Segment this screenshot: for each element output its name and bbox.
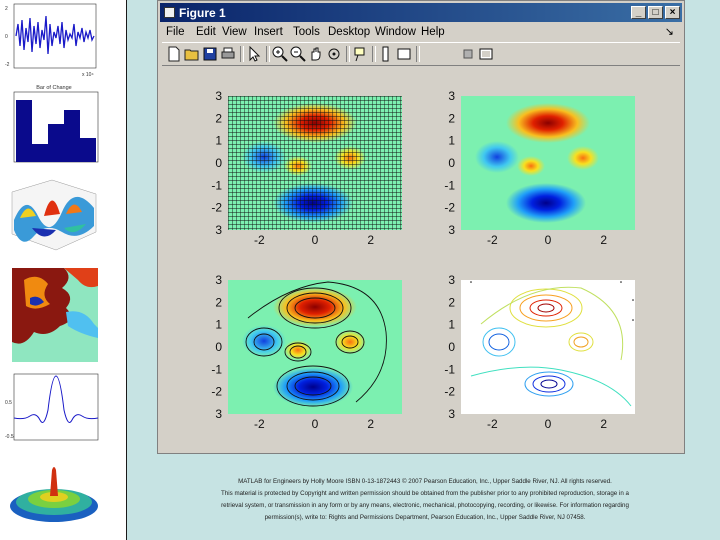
y-tick-label: 3 [448, 223, 455, 237]
y-tick-label: 1 [215, 318, 222, 332]
x-tick-label: 2 [600, 417, 607, 431]
y-tick-label: 0 [448, 156, 455, 170]
y-tick-label: 3 [448, 89, 455, 103]
y-tick-label: 2 [448, 295, 455, 309]
y-tick-label: 2 [448, 111, 455, 125]
y-tick-label: 3 [215, 223, 222, 237]
y-tick-label: 3 [215, 273, 222, 287]
mesh-plot[interactable] [228, 96, 402, 230]
x-tick-label: 0 [312, 233, 319, 247]
x-tick-label: -2 [487, 417, 498, 431]
y-tick-label: 0 [448, 340, 455, 354]
caption-line-4: permission(s), write to: Rights and Perm… [264, 514, 586, 521]
y-tick-label: 1 [448, 134, 455, 148]
x-tick-label: -2 [254, 233, 265, 247]
filled-contour-plot[interactable] [228, 280, 402, 414]
x-tick-label: 0 [312, 417, 319, 431]
y-tick-label: -1 [444, 178, 455, 192]
y-tick-label: -2 [211, 201, 222, 215]
y-tick-label: 3 [215, 407, 222, 421]
y-tick-label: 3 [448, 407, 455, 421]
y-tick-label: 3 [215, 89, 222, 103]
y-tick-label: 0 [215, 156, 222, 170]
y-tick-label: 0 [215, 340, 222, 354]
x-tick-label: 2 [367, 233, 374, 247]
y-tick-label: -1 [211, 362, 222, 376]
y-tick-label: -1 [211, 178, 222, 192]
x-tick-label: -2 [487, 233, 498, 247]
copyright-caption: MATLAB for Engineers by Holly Moore ISBN… [170, 476, 680, 524]
pcolor-plot[interactable] [461, 96, 635, 230]
y-tick-label: -2 [444, 201, 455, 215]
caption-line-1: MATLAB for Engineers by Holly Moore ISBN… [238, 478, 612, 485]
subplot-grid: 3 2 1 0 -1 -2 3 3 2 1 0 -1 -2 3 3 2 1 0 -1 -2 3 3 2 1 0 -1 -2 3 -2 0… [211, 89, 635, 431]
caption-line-3: retrieval system, or transmission in any… [221, 502, 629, 509]
y-tick-label: -2 [211, 385, 222, 399]
y-tick-label: 1 [448, 318, 455, 332]
x-tick-label: 2 [367, 417, 374, 431]
x-tick-label: -2 [254, 417, 265, 431]
y-tick-label: 2 [215, 111, 222, 125]
y-tick-label: 3 [448, 273, 455, 287]
y-tick-label: 1 [215, 134, 222, 148]
y-tick-label: -1 [444, 362, 455, 376]
x-tick-label: 0 [545, 233, 552, 247]
caption-line-2: This material is protected by Copyright … [221, 490, 629, 497]
y-tick-label: -2 [444, 385, 455, 399]
contour-plot[interactable] [461, 280, 635, 414]
x-tick-label: 2 [600, 233, 607, 247]
x-tick-label: 0 [545, 417, 552, 431]
y-tick-label: 2 [215, 295, 222, 309]
